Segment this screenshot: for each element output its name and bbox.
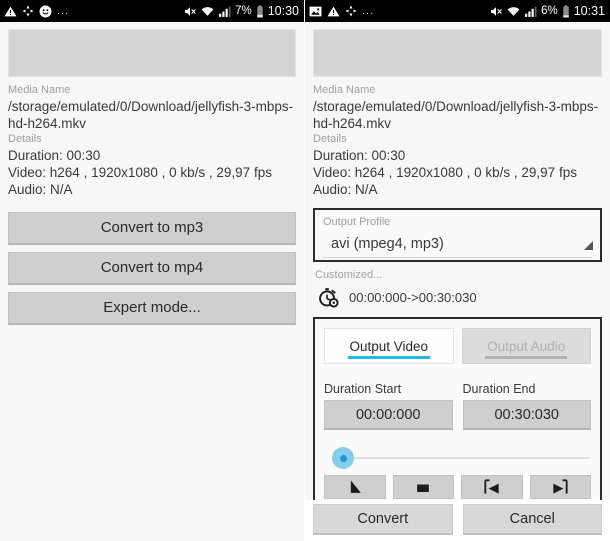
duration-start-input[interactable]: 00:00:000 <box>324 400 453 430</box>
output-profile-selector[interactable]: Output Profile avi (mpeg4, mp3) <box>313 208 602 262</box>
status-bar-left-icons: ... <box>309 5 374 18</box>
media-name-value: /storage/emulated/0/Download/jellyfish-3… <box>313 99 599 131</box>
tab-output-audio-label: Output Audio <box>487 338 566 354</box>
customized-label: Customized... <box>315 269 383 281</box>
conversion-buttons: Convert to mp3 Convert to mp4 Expert mod… <box>0 212 304 325</box>
stop-button[interactable] <box>392 475 454 499</box>
media-duration-value: Duration: 00:30 <box>313 148 406 163</box>
panel-content: Media Name /storage/emulated/0/Download/… <box>0 29 304 325</box>
wifi-icon <box>507 6 520 16</box>
media-details-label: Details <box>313 133 347 145</box>
tab-output-audio[interactable]: Output Audio <box>461 328 591 364</box>
media-video-value: Video: h264 , 1920x1080 , 0 kb/s , 29,97… <box>8 165 272 180</box>
panel-expert-mode: ... 6% 10:31 Media Name /storage/emulate… <box>305 0 610 541</box>
image-icon <box>309 6 322 16</box>
convert-to-mp3-button[interactable]: Convert to mp3 <box>8 212 296 245</box>
duration-start-label: Duration Start <box>324 382 402 396</box>
duration-end-label: Duration End <box>462 382 536 396</box>
convert-button[interactable]: Convert <box>313 504 453 535</box>
media-info-block: Media Name /storage/emulated/0/Download/… <box>305 77 610 198</box>
playback-slider[interactable] <box>324 445 591 471</box>
tab-inactive-underline <box>485 356 568 359</box>
battery-icon <box>563 5 569 17</box>
mute-icon <box>185 6 196 16</box>
status-bar: ... 6% 10:31 <box>305 0 610 22</box>
convert-to-mp4-button[interactable]: Convert to mp4 <box>8 252 296 285</box>
media-preview-thumbnail[interactable] <box>8 29 296 77</box>
set-end-marker-button[interactable] <box>529 475 591 499</box>
wifi-icon <box>201 6 214 16</box>
set-start-marker-icon <box>484 479 499 494</box>
signal-icon <box>525 6 537 17</box>
status-overflow-dots: ... <box>57 5 70 17</box>
media-name-label: Media Name <box>313 84 376 96</box>
signal-icon <box>219 6 231 17</box>
panel-basic-mode: ... 7% 10:30 Media Name /storage/emulate… <box>0 0 305 541</box>
status-bar: ... 7% 10:30 <box>0 0 304 22</box>
output-profile-label: Output Profile <box>323 216 391 228</box>
output-editor-card: Output Video Output Audio Duration Start… <box>313 317 602 511</box>
sync-icon <box>345 5 357 17</box>
media-info-block: Media Name /storage/emulated/0/Download/… <box>0 77 304 198</box>
stopwatch-icon <box>319 288 339 308</box>
action-bar: Convert Cancel <box>305 500 610 541</box>
media-preview-thumbnail[interactable] <box>313 29 602 77</box>
media-name-value: /storage/emulated/0/Download/jellyfish-3… <box>8 99 294 131</box>
status-clock: 10:30 <box>267 4 299 18</box>
slider-track <box>342 457 589 459</box>
media-name-label: Media Name <box>8 84 71 96</box>
trim-range-value: 00:00:000->00:30:030 <box>349 290 477 305</box>
stop-icon <box>417 484 430 492</box>
play-button[interactable] <box>324 475 386 499</box>
status-bar-left-icons: ... <box>4 5 69 18</box>
sync-icon <box>22 5 34 17</box>
status-clock: 10:31 <box>573 4 605 18</box>
media-control-buttons <box>324 475 591 499</box>
expert-mode-button[interactable]: Expert mode... <box>8 292 296 325</box>
battery-percent: 7% <box>235 5 252 17</box>
smiley-face-icon <box>39 5 52 17</box>
set-end-marker-icon <box>553 479 568 494</box>
panel-content: Media Name /storage/emulated/0/Download/… <box>305 29 610 511</box>
status-bar-right: 7% 10:30 <box>183 4 299 18</box>
status-bar-right: 6% 10:31 <box>489 4 605 18</box>
output-profile-value: avi (mpeg4, mp3) <box>323 230 592 258</box>
duration-end-input[interactable]: 00:30:030 <box>462 400 591 430</box>
cancel-button[interactable]: Cancel <box>462 504 602 535</box>
warning-triangle-icon <box>4 6 17 16</box>
status-overflow-dots: ... <box>362 5 375 17</box>
mute-icon <box>491 6 502 16</box>
set-start-marker-button[interactable] <box>461 475 523 499</box>
trim-range-row[interactable]: 00:00:000->00:30:030 <box>305 281 610 309</box>
duration-fields: Duration Start 00:00:000 Duration End 00… <box>324 382 591 430</box>
output-tabs: Output Video Output Audio <box>324 328 591 364</box>
battery-percent: 6% <box>541 5 558 17</box>
dropdown-caret-icon <box>584 241 593 250</box>
tab-active-underline <box>347 356 430 359</box>
media-duration-value: Duration: 00:30 <box>8 148 101 163</box>
media-details-label: Details <box>8 133 42 145</box>
slider-thumb[interactable] <box>332 447 354 469</box>
media-audio-value: Audio: N/A <box>8 182 73 197</box>
play-icon <box>350 480 361 493</box>
tab-output-video[interactable]: Output Video <box>324 328 454 364</box>
duration-end-group: Duration End 00:30:030 <box>462 382 591 430</box>
warning-triangle-icon <box>327 6 340 16</box>
duration-start-group: Duration Start 00:00:000 <box>324 382 453 430</box>
screenshot-comparison: ... 7% 10:30 Media Name /storage/emulate… <box>0 0 610 541</box>
battery-icon <box>257 5 263 17</box>
media-video-value: Video: h264 , 1920x1080 , 0 kb/s , 29,97… <box>313 165 577 180</box>
tab-output-video-label: Output Video <box>349 338 429 354</box>
media-audio-value: Audio: N/A <box>313 182 378 197</box>
